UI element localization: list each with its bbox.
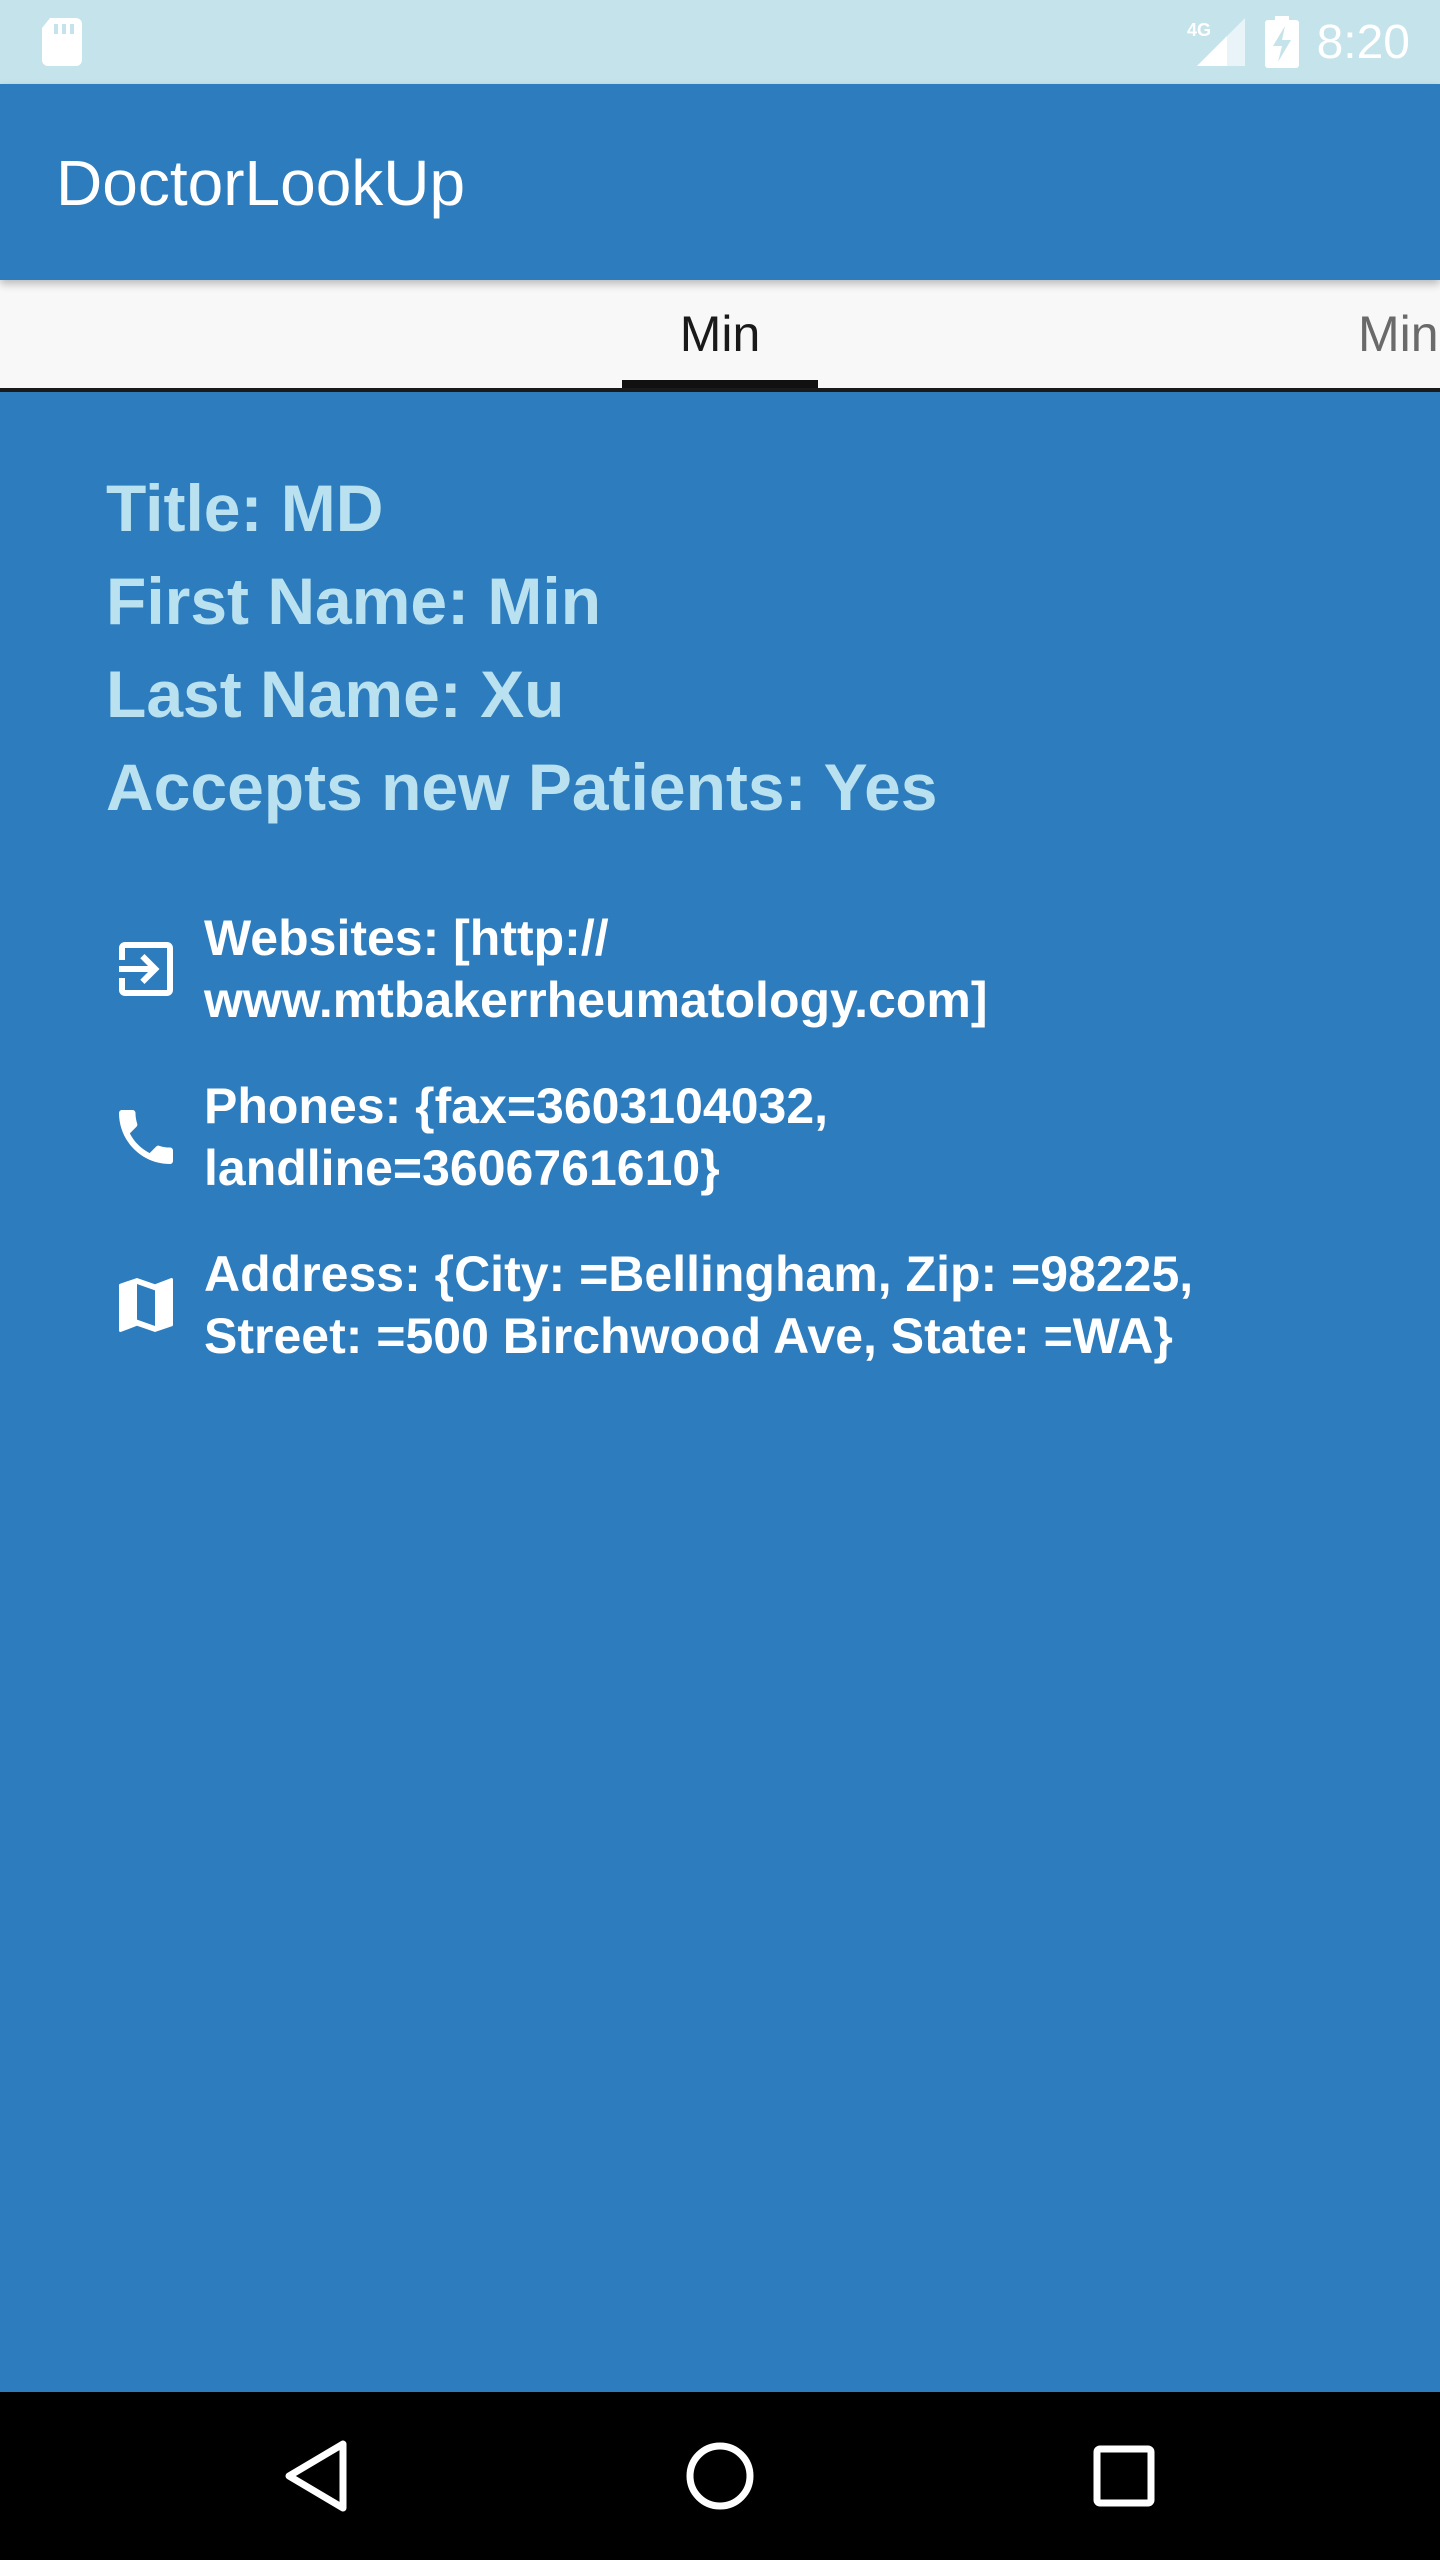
phones-text: Phones: {fax=3603104032, landline=360676…: [204, 1078, 829, 1196]
websites-row[interactable]: Websites: [http:// www.mtbakerrheumatolo…: [106, 907, 1306, 1031]
tab-indicator: [622, 380, 818, 388]
phones-row[interactable]: Phones: {fax=3603104032, landline=360676…: [106, 1075, 1306, 1199]
websites-text: Websites: [http:// www.mtbakerrheumatolo…: [204, 910, 988, 1028]
signal-icon: 4G: [1187, 18, 1245, 66]
app-bar: DoctorLookUp: [0, 84, 1440, 280]
recents-icon: [1093, 2445, 1155, 2507]
tab-next[interactable]: Min: [1358, 280, 1440, 388]
status-time: 8:20: [1316, 15, 1410, 69]
back-button[interactable]: [268, 2428, 364, 2524]
battery-charging-icon: [1264, 16, 1299, 68]
tab-current[interactable]: Min: [622, 280, 818, 388]
tab-label: Min: [679, 306, 761, 362]
address-row[interactable]: Address: {City: =Bellingham, Zip: =98225…: [106, 1243, 1306, 1367]
home-button[interactable]: [672, 2428, 768, 2524]
network-type: 4G: [1187, 20, 1211, 40]
home-icon: [686, 2442, 754, 2510]
doctor-last-name: Last Name: Xu: [106, 657, 565, 731]
doctor-first-name: First Name: Min: [106, 564, 602, 638]
sd-card-icon: [42, 18, 82, 66]
address-text: Address: {City: =Bellingham, Zip: =98225…: [204, 1246, 1194, 1364]
recents-button[interactable]: [1076, 2428, 1172, 2524]
map-icon: [106, 1265, 186, 1345]
tab-label: Min: [1358, 306, 1439, 362]
doctor-detail: Title: MD First Name: Min Last Name: Xu …: [0, 392, 1440, 2392]
doctor-title: Title: MD: [106, 471, 384, 545]
exit-to-app-icon: [106, 929, 186, 1009]
back-icon: [285, 2440, 347, 2512]
navigation-bar: [0, 2392, 1440, 2560]
app-title: DoctorLookUp: [56, 147, 466, 219]
phone-icon: [106, 1097, 186, 1177]
status-icons: 4G 8:20: [1187, 0, 1410, 84]
status-bar: 4G 8:20: [0, 0, 1440, 84]
doctor-accepts-patients: Accepts new Patients: Yes: [106, 750, 938, 824]
tab-bar: Min Min: [0, 280, 1440, 392]
